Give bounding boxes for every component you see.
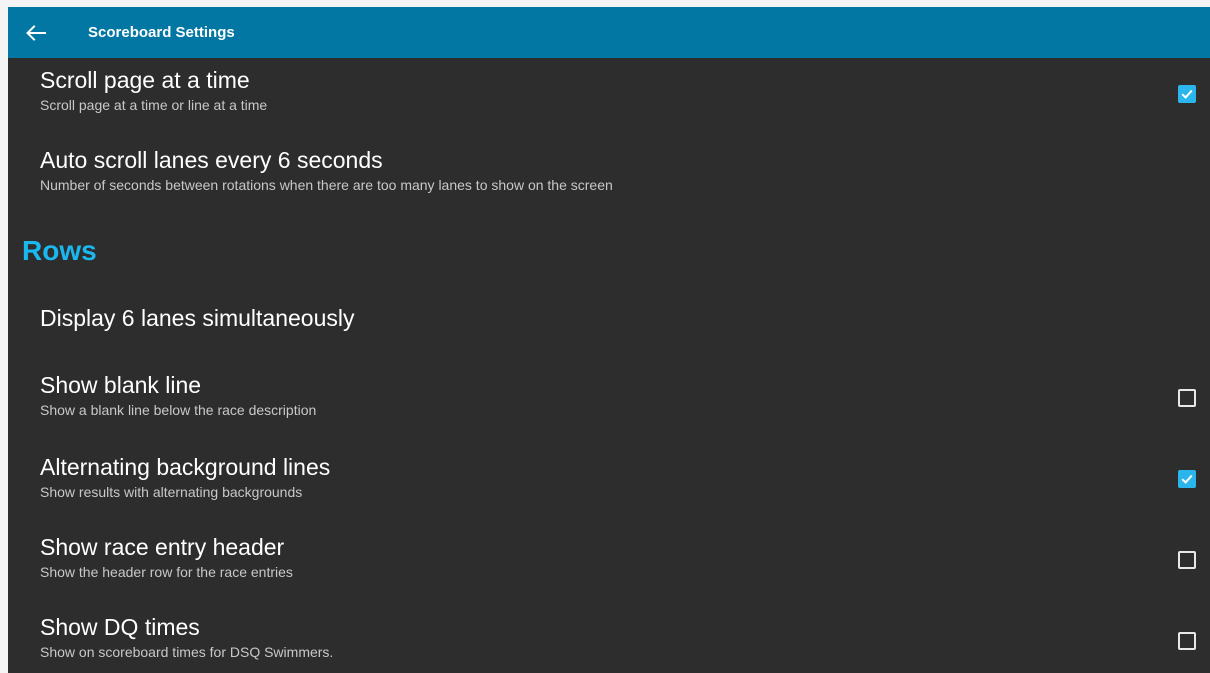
pref-summary: Show a blank line below the race descrip… <box>40 402 317 418</box>
show-dq-times-checkbox[interactable] <box>1178 632 1196 650</box>
pref-summary: Show on scoreboard times for DSQ Swimmer… <box>40 644 334 660</box>
pref-scroll-page[interactable]: Scroll page at a time Scroll page at a t… <box>40 66 1196 114</box>
pref-title: Show race entry header <box>40 534 285 560</box>
show-blank-line-checkbox[interactable] <box>1178 389 1196 407</box>
pref-title: Alternating background lines <box>40 454 331 480</box>
pref-summary: Number of seconds between rotations when… <box>40 177 613 193</box>
app-bar: Scoreboard Settings <box>8 7 1210 58</box>
pref-auto-scroll[interactable]: Auto scroll lanes every 6 seconds Number… <box>40 146 1196 194</box>
page-title: Scoreboard Settings <box>88 24 235 41</box>
alternating-backgrounds-checkbox[interactable] <box>1178 470 1196 488</box>
pref-summary: Show the header row for the race entries <box>40 564 293 580</box>
checkmark-icon <box>1181 89 1193 99</box>
pref-summary: Show results with alternating background… <box>40 484 303 500</box>
checkmark-icon <box>1181 474 1193 484</box>
pref-title: Scroll page at a time <box>40 67 250 93</box>
back-button[interactable] <box>8 7 66 58</box>
pref-title: Show blank line <box>40 372 202 398</box>
arrow-left-icon <box>26 24 46 41</box>
settings-screen: Scoreboard Settings Scroll page at a tim… <box>8 7 1210 673</box>
pref-title: Display 6 lanes simultaneously <box>40 305 355 331</box>
pref-title: Auto scroll lanes every 6 seconds <box>40 147 383 173</box>
pref-show-blank-line[interactable]: Show blank line Show a blank line below … <box>40 371 1196 419</box>
pref-summary: Scroll page at a time or line at a time <box>40 97 268 113</box>
race-entry-header-checkbox[interactable] <box>1178 551 1196 569</box>
scroll-page-checkbox[interactable] <box>1178 85 1196 103</box>
category-rows: Rows <box>22 235 97 266</box>
pref-alternating-backgrounds[interactable]: Alternating background lines Show result… <box>40 453 1196 501</box>
pref-show-dq-times[interactable]: Show DQ times Show on scoreboard times f… <box>40 613 1196 661</box>
pref-display-lanes[interactable]: Display 6 lanes simultaneously <box>40 304 1196 332</box>
pref-title: Show DQ times <box>40 614 200 640</box>
pref-race-entry-header[interactable]: Show race entry header Show the header r… <box>40 533 1196 581</box>
